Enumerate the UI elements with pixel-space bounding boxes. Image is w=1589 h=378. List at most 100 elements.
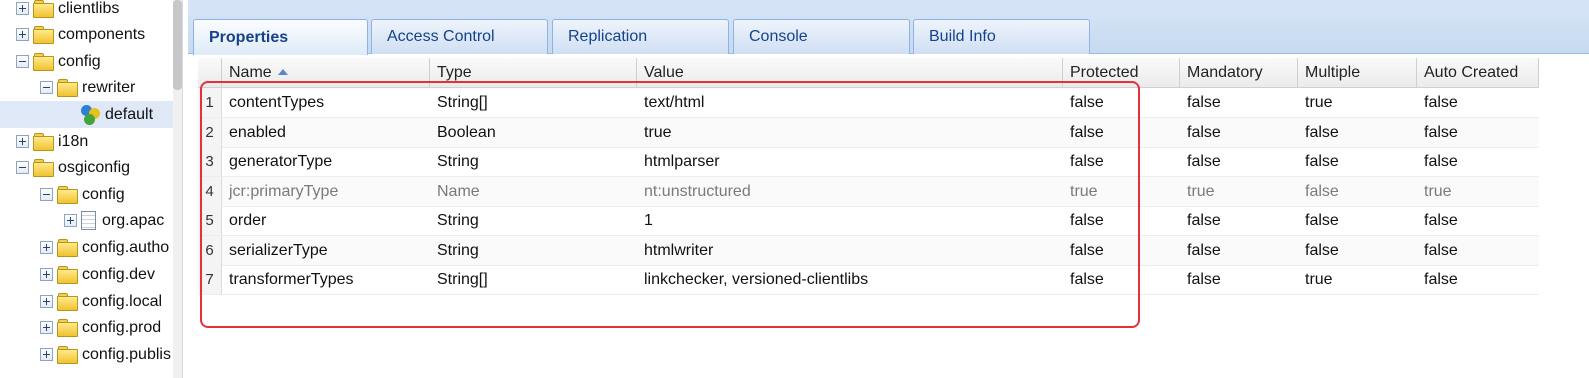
expand-icon[interactable] xyxy=(40,241,53,254)
column-header-value[interactable]: Value xyxy=(637,58,1063,88)
expand-icon[interactable] xyxy=(16,2,29,15)
cell-type[interactable]: String xyxy=(430,236,637,265)
cell-name[interactable]: generatorType xyxy=(222,147,430,176)
cell-type[interactable]: String[] xyxy=(430,265,637,294)
collapse-icon[interactable] xyxy=(16,55,29,68)
cell-name[interactable]: jcr:primaryType xyxy=(222,177,430,206)
cell-mandatory[interactable]: false xyxy=(1180,88,1298,117)
tab-build-info[interactable]: Build Info xyxy=(913,19,1090,54)
cell-protected[interactable]: false xyxy=(1063,88,1180,117)
cell-mandatory[interactable]: false xyxy=(1180,265,1298,294)
tree-node[interactable]: config.local xyxy=(40,288,162,315)
cell-value[interactable]: linkchecker, versioned-clientlibs xyxy=(637,265,1063,294)
cell-value[interactable]: 1 xyxy=(637,206,1063,235)
expand-icon[interactable] xyxy=(40,268,53,281)
cell-multiple[interactable]: false xyxy=(1298,206,1417,235)
column-header-mandatory[interactable]: Mandatory xyxy=(1180,58,1298,88)
cell-protected[interactable]: false xyxy=(1063,206,1180,235)
table-row[interactable]: 4 jcr:primaryType Name nt:unstructured true t… xyxy=(198,176,1539,207)
cell-value[interactable]: htmlparser xyxy=(637,147,1063,176)
tab-access-control[interactable]: Access Control xyxy=(371,19,548,54)
cell-multiple[interactable]: false xyxy=(1298,236,1417,265)
tree-node[interactable]: config.autho xyxy=(40,234,169,261)
cell-multiple[interactable]: true xyxy=(1298,265,1417,294)
cell-protected[interactable]: false xyxy=(1063,118,1180,147)
cell-value[interactable]: nt:unstructured xyxy=(637,177,1063,206)
tree-scrollbar[interactable] xyxy=(173,0,182,378)
cell-name[interactable]: enabled xyxy=(222,118,430,147)
cell-type[interactable]: String[] xyxy=(430,88,637,117)
tree-node[interactable]: osgiconfig xyxy=(16,154,130,181)
tree-node[interactable]: config xyxy=(16,48,101,75)
table-row[interactable]: 2 enabled Boolean true false false false false xyxy=(198,117,1539,148)
table-row[interactable]: 7 transformerTypes String[] linkchecker, ve… xyxy=(198,265,1539,295)
tab-console[interactable]: Console xyxy=(733,19,910,54)
tab-properties[interactable]: Properties xyxy=(193,19,368,55)
expand-icon[interactable] xyxy=(40,295,53,308)
cell-mandatory[interactable]: true xyxy=(1180,177,1298,206)
expand-icon[interactable] xyxy=(40,348,53,361)
cell-type[interactable]: String xyxy=(430,147,637,176)
cell-protected[interactable]: false xyxy=(1063,147,1180,176)
cell-name[interactable]: transformerTypes xyxy=(222,265,430,294)
column-header-protected[interactable]: Protected xyxy=(1063,58,1180,88)
collapse-icon[interactable] xyxy=(40,81,53,94)
cell-auto-created[interactable]: false xyxy=(1417,118,1539,147)
tree-node[interactable]: org.apac xyxy=(64,207,164,234)
cell-auto-created[interactable]: false xyxy=(1417,147,1539,176)
tab-strip: Properties Access Control Replication Co… xyxy=(188,0,1589,55)
cell-multiple[interactable]: true xyxy=(1298,88,1417,117)
tree-node[interactable]: components xyxy=(16,21,145,48)
cell-multiple[interactable]: false xyxy=(1298,118,1417,147)
cell-protected[interactable]: false xyxy=(1063,265,1180,294)
table-row[interactable]: 6 serializerType String htmlwriter false fals… xyxy=(198,235,1539,266)
column-header-multiple[interactable]: Multiple xyxy=(1298,58,1417,88)
cell-name[interactable]: contentTypes xyxy=(222,88,430,117)
tree-node[interactable]: rewriter xyxy=(40,74,135,101)
cell-type[interactable]: Boolean xyxy=(430,118,637,147)
tree-scrollbar-thumb[interactable] xyxy=(173,0,182,90)
tree-node[interactable]: clientlibs xyxy=(16,0,119,22)
cell-multiple[interactable]: false xyxy=(1298,147,1417,176)
table-row[interactable]: 5 order String 1 false false false false xyxy=(198,206,1539,236)
cell-value[interactable]: htmlwriter xyxy=(637,236,1063,265)
cell-protected[interactable]: true xyxy=(1063,177,1180,206)
cell-auto-created[interactable]: false xyxy=(1417,265,1539,294)
cell-name[interactable]: order xyxy=(222,206,430,235)
expand-icon[interactable] xyxy=(16,135,29,148)
tree-node[interactable]: config.publis xyxy=(40,341,171,368)
tree-node[interactable]: default xyxy=(0,101,173,128)
cell-protected[interactable]: false xyxy=(1063,236,1180,265)
tab-replication[interactable]: Replication xyxy=(552,19,729,54)
cell-auto-created[interactable]: true xyxy=(1417,177,1539,206)
cell-mandatory[interactable]: false xyxy=(1180,206,1298,235)
cell-mandatory[interactable]: false xyxy=(1180,147,1298,176)
tree-node-label: default xyxy=(105,105,154,123)
cell-mandatory[interactable]: false xyxy=(1180,236,1298,265)
cell-type[interactable]: Name xyxy=(430,177,637,206)
cell-name[interactable]: serializerType xyxy=(222,236,430,265)
tree-node[interactable]: config xyxy=(40,181,125,208)
cell-auto-created[interactable]: false xyxy=(1417,236,1539,265)
collapse-icon[interactable] xyxy=(16,161,29,174)
table-row[interactable]: 1 contentTypes String[] text/html false false… xyxy=(198,88,1539,118)
collapse-icon[interactable] xyxy=(40,188,53,201)
column-header-type[interactable]: Type xyxy=(430,58,637,88)
cell-auto-created[interactable]: false xyxy=(1417,88,1539,117)
cell-multiple[interactable]: false xyxy=(1298,177,1417,206)
grid-scrollbar[interactable] xyxy=(1567,54,1589,378)
cell-value[interactable]: text/html xyxy=(637,88,1063,117)
column-header-name[interactable]: Name xyxy=(222,58,430,88)
column-header-auto-created[interactable]: Auto Created xyxy=(1417,58,1539,88)
tree-node[interactable]: i18n xyxy=(16,128,88,155)
expand-icon[interactable] xyxy=(16,28,29,41)
expand-icon[interactable] xyxy=(40,321,53,334)
cell-type[interactable]: String xyxy=(430,206,637,235)
tree-node[interactable]: config.prod xyxy=(40,314,161,341)
table-row[interactable]: 3 generatorType String htmlparser false false… xyxy=(198,147,1539,177)
tree-node[interactable]: config.dev xyxy=(40,261,155,288)
cell-auto-created[interactable]: false xyxy=(1417,206,1539,235)
expand-icon[interactable] xyxy=(64,214,77,227)
cell-mandatory[interactable]: false xyxy=(1180,118,1298,147)
cell-value[interactable]: true xyxy=(637,118,1063,147)
